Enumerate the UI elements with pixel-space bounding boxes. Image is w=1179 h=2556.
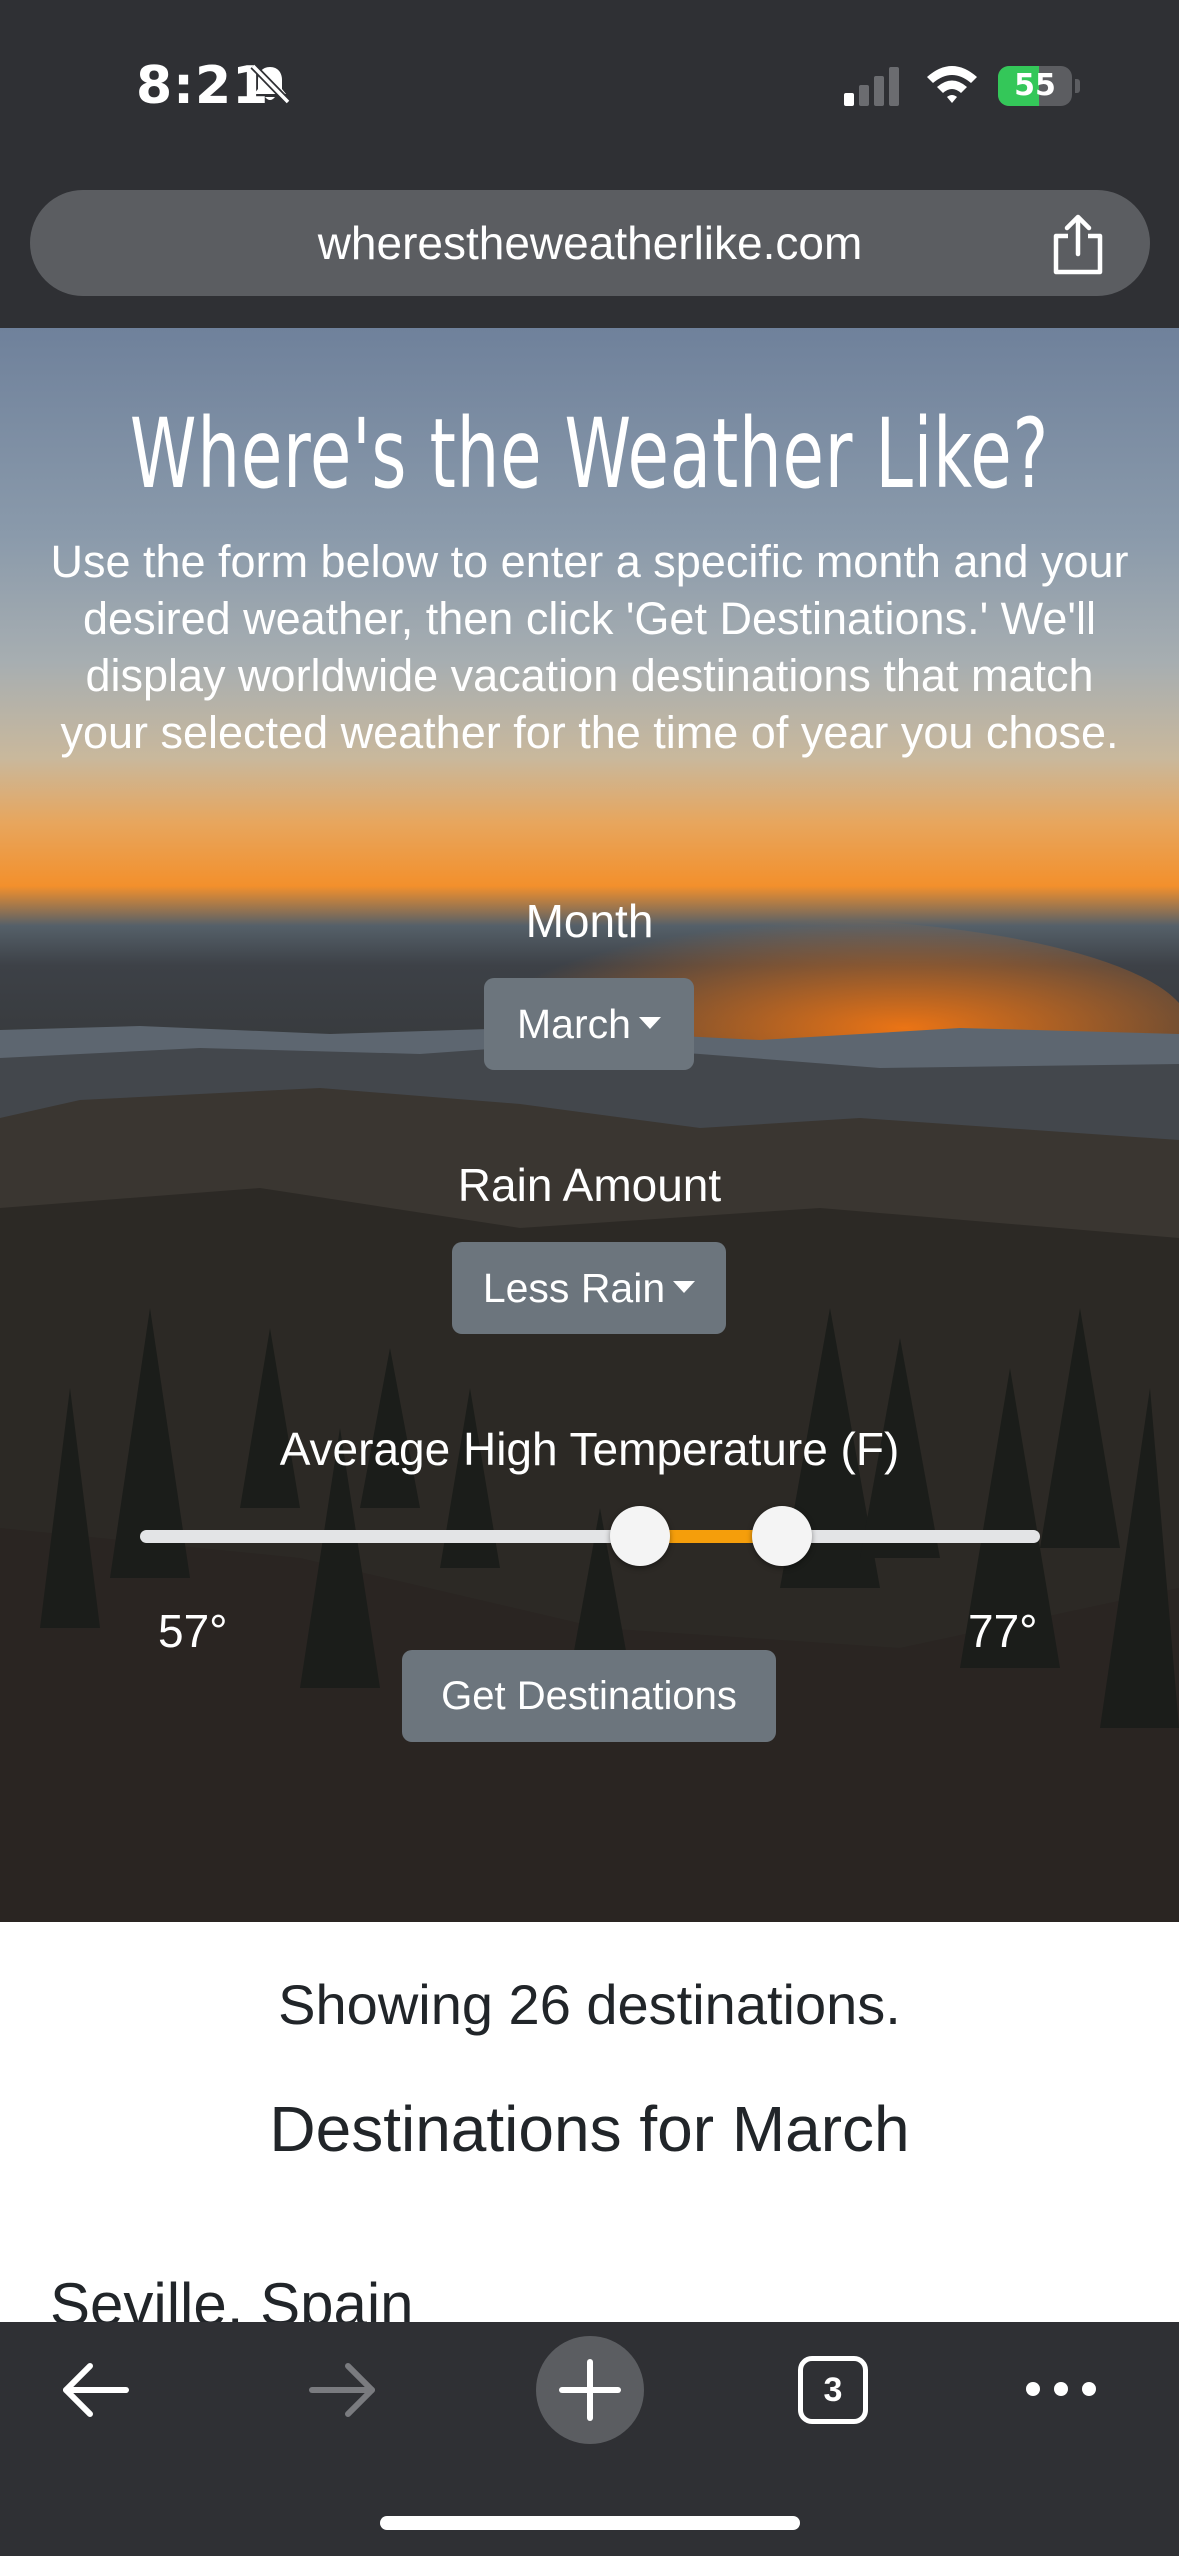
month-dropdown-value: March <box>517 1001 631 1047</box>
get-destinations-button[interactable]: Get Destinations <box>402 1650 776 1742</box>
battery-percent: 55 <box>1014 68 1056 103</box>
bell-muted-icon <box>250 63 291 105</box>
wifi-icon <box>927 66 977 103</box>
month-label: Month <box>525 895 654 947</box>
temperature-min-value: 57° <box>158 1605 228 1657</box>
temperature-max-value: 77° <box>968 1605 1038 1657</box>
month-dropdown[interactable]: March <box>484 978 694 1070</box>
back-arrow-icon[interactable] <box>60 2360 132 2420</box>
results-heading: Destinations for March <box>269 2093 910 2165</box>
temperature-label: Average High Temperature (F) <box>279 1423 900 1475</box>
rain-dropdown-value: Less Rain <box>482 1265 666 1311</box>
temperature-max-handle[interactable] <box>751 1506 812 1566</box>
new-tab-button[interactable] <box>536 2336 644 2444</box>
address-bar[interactable]: wherestheweatherlike.com <box>30 190 1150 296</box>
home-indicator <box>380 2516 800 2530</box>
rain-amount-label: Rain Amount <box>457 1159 722 1211</box>
results-count: Showing 26 destinations. <box>278 1973 901 2036</box>
url-text: wherestheweatherlike.com <box>317 217 863 269</box>
results-section: Showing 26 destinations. Destinations fo… <box>0 1922 1179 2338</box>
temperature-slider-track[interactable] <box>140 1530 1040 1543</box>
page-title: Where's the Weather Like? <box>129 398 1050 510</box>
tabs-button[interactable]: 3 <box>798 2356 868 2424</box>
cellular-signal-icon <box>844 67 899 106</box>
caret-down-icon <box>673 1281 696 1294</box>
temperature-min-handle[interactable] <box>609 1506 670 1566</box>
plus-icon <box>559 2359 621 2421</box>
rain-amount-dropdown[interactable]: Less Rain <box>452 1242 726 1334</box>
caret-down-icon <box>638 1017 661 1030</box>
more-options-icon[interactable] <box>1024 2376 1098 2402</box>
share-icon[interactable] <box>1048 214 1108 276</box>
battery-indicator: 55 <box>998 66 1080 106</box>
forward-arrow-icon[interactable] <box>306 2360 378 2420</box>
page-description: Use the form below to enter a specific m… <box>50 536 1129 758</box>
